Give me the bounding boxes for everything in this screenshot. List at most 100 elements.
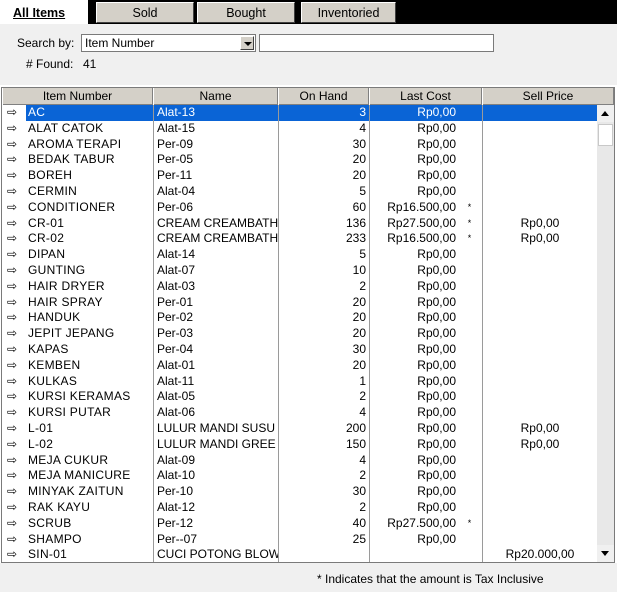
row-arrow-icon[interactable]: ⇨ — [7, 342, 25, 358]
tab-strip: All Items Sold Bought Inventoried — [0, 0, 617, 24]
table-row[interactable]: ⇨ SCRUB Per-12 40 Rp27.500,00 * — [2, 515, 597, 532]
row-arrow-icon[interactable]: ⇨ — [7, 231, 25, 247]
table-row[interactable]: ⇨ SIN-01 CUCI POTONG BLOW Rp20.000,00 — [2, 547, 597, 562]
table-row[interactable]: ⇨ AROMA TERAPI Per-09 30 Rp0,00 — [2, 136, 597, 153]
cell-tax-flag — [457, 295, 482, 311]
row-arrow-icon[interactable]: ⇨ — [7, 500, 25, 516]
row-arrow-icon[interactable]: ⇨ — [7, 516, 25, 532]
cell-tax-flag — [457, 453, 482, 469]
cell-on-hand — [278, 547, 369, 562]
row-arrow-icon[interactable]: ⇨ — [7, 468, 25, 484]
row-arrow-icon[interactable]: ⇨ — [7, 547, 25, 562]
cell-item-number: CONDITIONER — [28, 199, 116, 214]
table-row[interactable]: ⇨ BEDAK TABUR Per-05 20 Rp0,00 — [2, 152, 597, 169]
cell-last-cost: Rp0,00 — [369, 341, 457, 358]
row-arrow-icon[interactable]: ⇨ — [7, 484, 25, 500]
cell-sell-price: Rp0,00 — [482, 231, 597, 248]
row-arrow-icon[interactable]: ⇨ — [7, 421, 25, 437]
table-row[interactable]: ⇨ L-01 LULUR MANDI SUSU 200 Rp0,00 Rp0,00 — [2, 420, 597, 437]
cell-on-hand: 2 — [278, 278, 369, 295]
table-row[interactable]: ⇨ KULKAS Alat-11 1 Rp0,00 — [2, 373, 597, 390]
row-arrow-icon[interactable]: ⇨ — [7, 121, 25, 137]
row-arrow-icon[interactable]: ⇨ — [7, 105, 25, 121]
table-row[interactable]: ⇨ KAPAS Per-04 30 Rp0,00 — [2, 341, 597, 358]
table-row[interactable]: ⇨ JEPIT JEPANG Per-03 20 Rp0,00 — [2, 326, 597, 342]
row-arrow-icon[interactable]: ⇨ — [7, 374, 25, 390]
scroll-up-icon[interactable] — [597, 105, 614, 122]
found-label: # Found: — [26, 57, 74, 71]
cell-name: Per-10 — [153, 484, 278, 500]
tab-all-items[interactable]: All Items — [0, 0, 88, 24]
table-row[interactable]: ⇨ HANDUK Per-02 20 Rp0,00 — [2, 310, 597, 327]
column-header-name[interactable]: Name — [153, 88, 278, 105]
table-row[interactable]: ⇨ CR-02 CREAM CREAMBATH 233 Rp16.500,00 * Rp0,… — [2, 231, 597, 248]
tab-sold[interactable]: Sold — [96, 2, 194, 23]
column-header-last-cost[interactable]: Last Cost — [369, 88, 482, 105]
table-row[interactable]: ⇨ MEJA MANICURE Alat-10 2 Rp0,00 — [2, 468, 597, 485]
row-arrow-icon[interactable]: ⇨ — [7, 137, 25, 153]
row-arrow-icon[interactable]: ⇨ — [7, 453, 25, 469]
table-row[interactable]: ⇨ HAIR DRYER Alat-03 2 Rp0,00 — [2, 278, 597, 295]
table-row[interactable]: ⇨ CR-01 CREAM CREAMBATH 136 Rp27.500,00 * Rp0,… — [2, 215, 597, 232]
scroll-thumb[interactable] — [598, 124, 613, 146]
cell-tax-flag — [457, 358, 482, 374]
table-row[interactable]: ⇨ ALAT CATOK Alat-15 4 Rp0,00 — [2, 120, 597, 137]
chevron-down-icon[interactable] — [240, 36, 254, 50]
row-arrow-icon[interactable]: ⇨ — [7, 216, 25, 232]
table-row[interactable]: ⇨ GUNTING Alat-07 10 Rp0,00 — [2, 262, 597, 279]
row-arrow-icon[interactable]: ⇨ — [7, 152, 25, 168]
table-row[interactable]: ⇨ MEJA CUKUR Alat-09 4 Rp0,00 — [2, 452, 597, 469]
table-row[interactable]: ⇨ L-02 LULUR MANDI GREE 150 Rp0,00 Rp0,00 — [2, 436, 597, 453]
cell-on-hand: 233 — [278, 231, 369, 248]
table-row[interactable]: ⇨ HAIR SPRAY Per-01 20 Rp0,00 — [2, 294, 597, 311]
row-arrow-icon[interactable]: ⇨ — [7, 184, 25, 200]
search-field-select[interactable]: Item Number — [81, 34, 256, 52]
row-arrow-icon[interactable]: ⇨ — [7, 310, 25, 326]
table-row[interactable]: ⇨ KURSI KERAMAS Alat-05 2 Rp0,00 — [2, 389, 597, 406]
row-arrow-icon[interactable]: ⇨ — [7, 358, 25, 374]
row-arrow-icon[interactable]: ⇨ — [7, 295, 25, 311]
vertical-scrollbar[interactable] — [597, 105, 614, 562]
row-arrow-icon[interactable]: ⇨ — [7, 168, 25, 184]
tab-bought[interactable]: Bought — [197, 2, 295, 23]
table-row[interactable]: ⇨ KEMBEN Alat-01 20 Rp0,00 — [2, 357, 597, 374]
row-arrow-icon[interactable]: ⇨ — [7, 263, 25, 279]
cell-sell-price — [482, 168, 597, 184]
column-header-item-number[interactable]: Item Number — [2, 88, 153, 105]
row-arrow-icon[interactable]: ⇨ — [7, 437, 25, 453]
cell-item-number: KURSI KERAMAS — [28, 389, 131, 404]
table-row[interactable]: ⇨ SHAMPO Per--07 25 Rp0,00 — [2, 531, 597, 548]
column-header-on-hand[interactable]: On Hand — [278, 88, 369, 105]
cell-last-cost: Rp16.500,00 — [369, 231, 457, 248]
cell-last-cost: Rp0,00 — [369, 373, 457, 390]
scroll-down-icon[interactable] — [597, 545, 614, 562]
cell-tax-flag — [457, 184, 482, 200]
cell-item-number: KURSI PUTAR — [28, 405, 112, 420]
cell-item-number: MEJA CUKUR — [28, 452, 109, 467]
table-row[interactable]: ⇨ BOREH Per-11 20 Rp0,00 — [2, 168, 597, 184]
cell-tax-flag — [457, 500, 482, 516]
row-arrow-icon[interactable]: ⇨ — [7, 200, 25, 216]
search-field-value: Item Number — [85, 36, 155, 50]
table-row[interactable]: ⇨ CERMIN Alat-04 5 Rp0,00 — [2, 183, 597, 200]
row-arrow-icon[interactable]: ⇨ — [7, 279, 25, 295]
column-header-sell-price[interactable]: Sell Price — [482, 88, 614, 105]
row-arrow-icon[interactable]: ⇨ — [7, 532, 25, 548]
table-row[interactable]: ⇨ RAK KAYU Alat-12 2 Rp0,00 — [2, 499, 597, 516]
table-row[interactable]: ⇨ KURSI PUTAR Alat-06 4 Rp0,00 — [2, 405, 597, 421]
table-row[interactable]: ⇨ CONDITIONER Per-06 60 Rp16.500,00 * — [2, 199, 597, 216]
search-input[interactable] — [259, 34, 494, 52]
cell-name: Per-09 — [153, 136, 278, 153]
cell-on-hand: 20 — [278, 152, 369, 169]
cell-tax-flag — [457, 421, 482, 437]
row-arrow-icon[interactable]: ⇨ — [7, 405, 25, 421]
table-row[interactable]: ⇨ AC Alat-13 3 Rp0,00 — [2, 105, 597, 121]
row-arrow-icon[interactable]: ⇨ — [7, 389, 25, 405]
tab-inventoried[interactable]: Inventoried — [301, 2, 396, 23]
row-arrow-icon[interactable]: ⇨ — [7, 247, 25, 263]
cell-tax-flag: * — [467, 201, 472, 212]
table-row[interactable]: ⇨ MINYAK ZAITUN Per-10 30 Rp0,00 — [2, 484, 597, 500]
table-row[interactable]: ⇨ DIPAN Alat-14 5 Rp0,00 — [2, 247, 597, 263]
cell-sell-price — [482, 373, 597, 390]
row-arrow-icon[interactable]: ⇨ — [7, 326, 25, 342]
